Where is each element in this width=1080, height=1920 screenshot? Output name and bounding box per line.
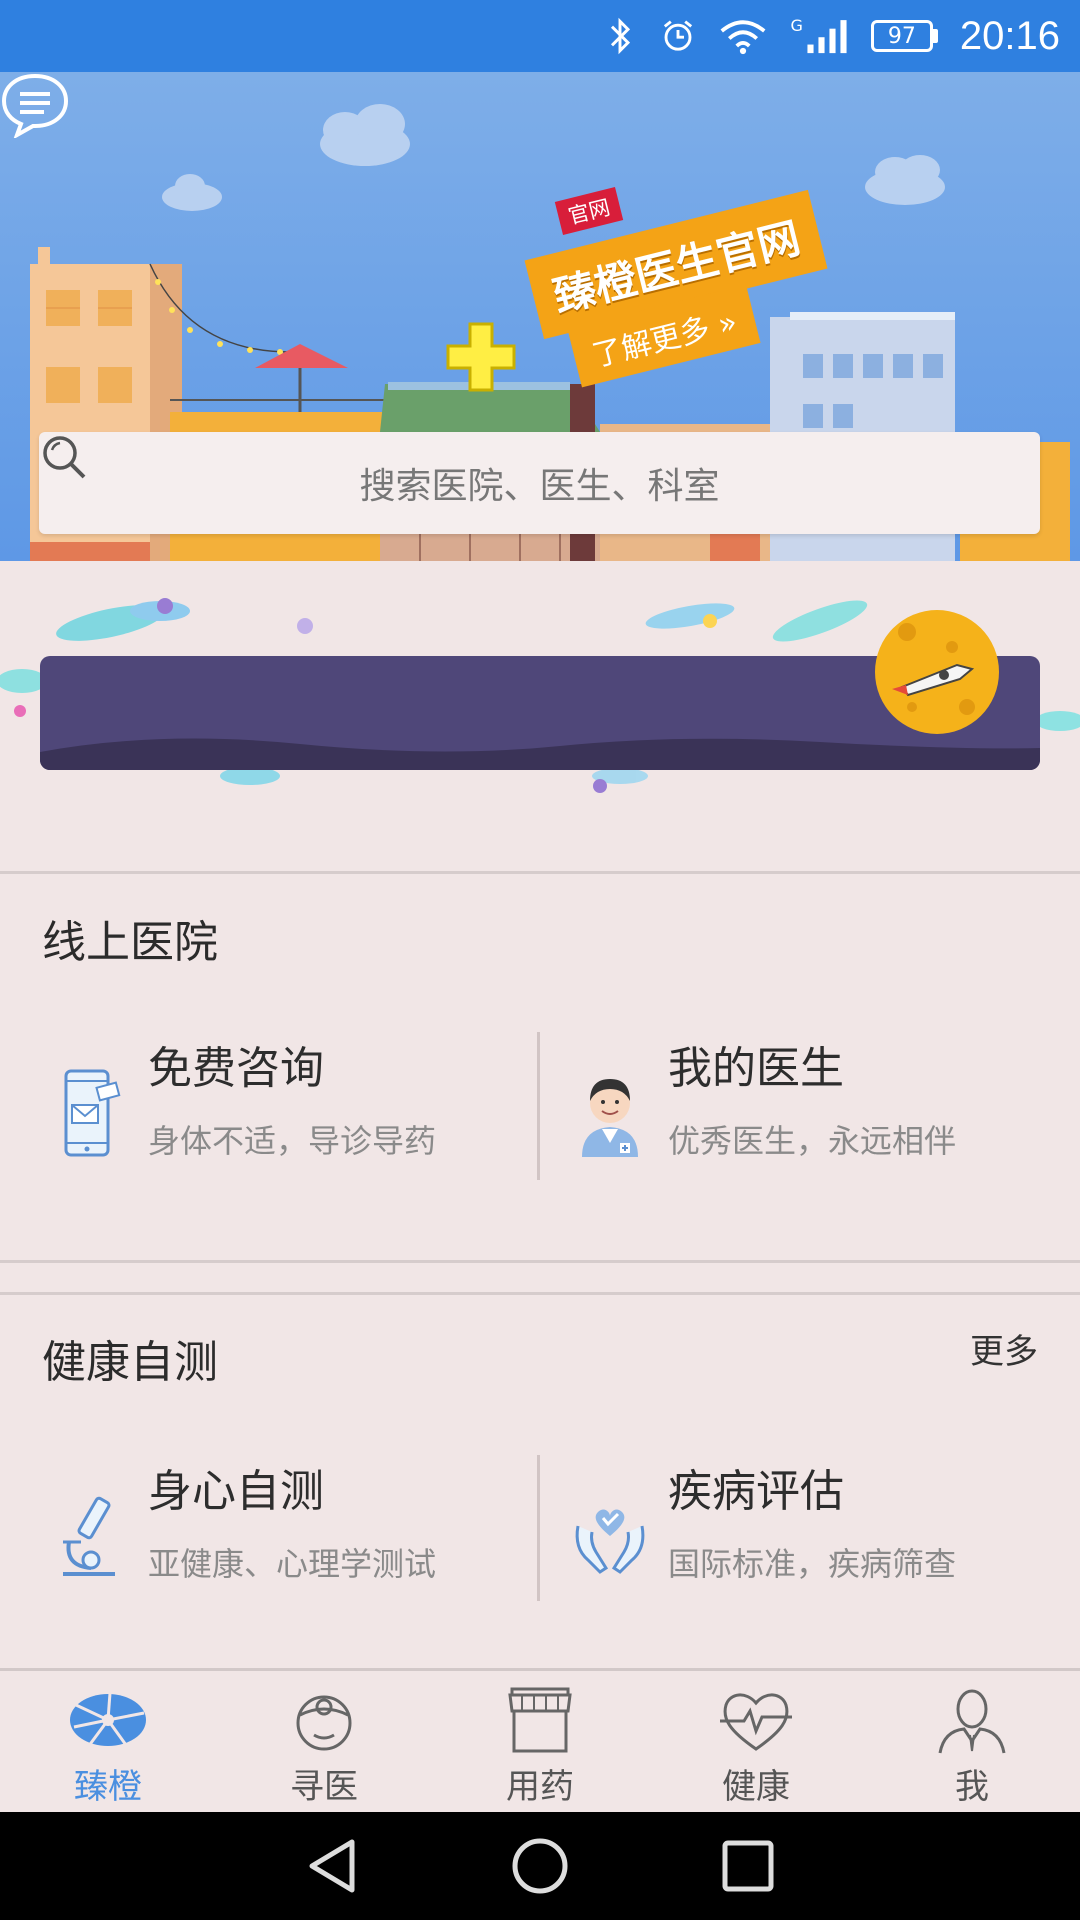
nav-label-zhencheng: 臻橙 — [74, 1767, 142, 1807]
promo-area — [0, 561, 1080, 871]
nav-label-health: 健康 — [722, 1767, 790, 1807]
free-consult-subtitle: 身体不适，导诊导药 — [148, 1122, 437, 1160]
search-icon — [43, 436, 86, 479]
my-doctor-title: 我的医生 — [668, 1043, 844, 1094]
network-type-label: G — [790, 16, 803, 35]
self-test-card[interactable]: 身心自测 亚健康、心理学测试 — [0, 1463, 520, 1613]
home-icon[interactable] — [510, 1836, 570, 1896]
alarm-icon — [664, 20, 693, 51]
self-test-subtitle: 亚健康、心理学测试 — [148, 1545, 437, 1583]
nav-item-health[interactable]: 健康 — [648, 1671, 864, 1812]
bluetooth-icon — [611, 17, 631, 55]
recents-icon[interactable] — [720, 1838, 776, 1894]
online-hospital-title: 线上医院 — [42, 917, 218, 968]
heart-hands-icon — [560, 1481, 660, 1591]
bottom-nav: 臻橙 寻医 用药 健康 我 — [0, 1668, 1080, 1812]
profile-icon — [938, 1689, 1006, 1754]
nav-item-me[interactable]: 我 — [864, 1671, 1080, 1812]
more-link[interactable]: 更多 — [970, 1324, 1038, 1373]
free-consult-card[interactable]: 免费咨询 身体不适，导诊导药 — [0, 1040, 520, 1190]
battery-level: 97 — [887, 23, 916, 49]
status-bar: G 97 20:16 — [0, 0, 1080, 72]
health-test-title: 健康自测 — [42, 1337, 218, 1388]
nav-item-zhencheng[interactable]: 臻橙 — [0, 1671, 216, 1812]
search-placeholder: 搜索医院、医生、科室 — [359, 466, 720, 507]
pharmacy-icon — [508, 1687, 572, 1753]
my-doctor-card[interactable]: 我的医生 优秀医生，永远相伴 — [520, 1040, 1040, 1190]
search-input[interactable]: 搜索医院、医生、科室 — [39, 432, 1040, 534]
free-consult-title: 免费咨询 — [148, 1043, 324, 1094]
nav-label-me: 我 — [955, 1767, 989, 1807]
zhencheng-logo-icon — [70, 1692, 146, 1748]
nav-label-find-doctor: 寻医 — [290, 1767, 358, 1807]
status-time: 20:16 — [959, 13, 1060, 58]
section-divider — [0, 1292, 1080, 1295]
signal-icon — [807, 20, 847, 54]
rocket-planet-icon — [875, 610, 999, 734]
section-divider — [0, 1260, 1080, 1263]
section-divider — [0, 871, 1080, 874]
doctor-avatar-icon — [560, 1058, 660, 1168]
nav-label-medicine: 用药 — [506, 1767, 574, 1807]
cell-signal: G — [790, 16, 848, 56]
my-doctor-subtitle: 优秀医生，永远相伴 — [668, 1122, 957, 1160]
doctor-icon — [296, 1695, 352, 1751]
message-icon[interactable] — [0, 72, 70, 138]
disease-assessment-subtitle: 国际标准，疾病筛查 — [668, 1545, 957, 1583]
system-nav-bar — [0, 1812, 1080, 1920]
self-test-title: 身心自测 — [148, 1466, 324, 1517]
disease-assessment-title: 疾病评估 — [668, 1466, 844, 1517]
battery-icon: 97 — [870, 20, 938, 52]
phone-mail-icon — [40, 1058, 140, 1168]
disease-assessment-card[interactable]: 疾病评估 国际标准，疾病筛查 — [520, 1463, 1040, 1613]
wifi-icon — [721, 20, 766, 55]
nav-item-find-doctor[interactable]: 寻医 — [216, 1671, 432, 1812]
nav-item-medicine[interactable]: 用药 — [432, 1671, 648, 1812]
back-icon[interactable] — [304, 1836, 360, 1896]
heartbeat-icon — [720, 1693, 792, 1751]
microscope-icon — [40, 1481, 140, 1591]
hero-banner[interactable]: 官网 臻橙医生官网 了解更多 » 搜索医院、医生、科室 — [0, 72, 1080, 561]
